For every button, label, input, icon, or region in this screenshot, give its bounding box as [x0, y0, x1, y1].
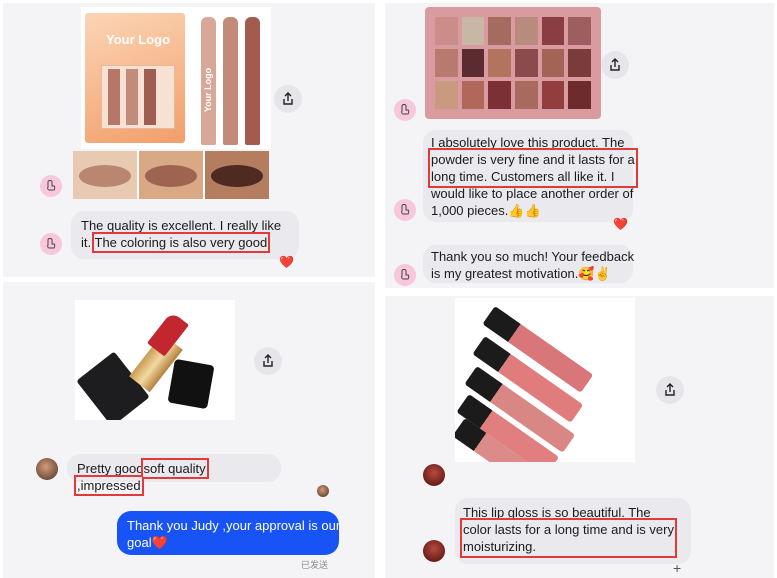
heart-icon: ❤️ — [613, 217, 628, 231]
user-avatar-icon[interactable] — [394, 99, 416, 121]
share-button[interactable] — [656, 376, 684, 404]
chat-panel-lipstick: Pretty goodsoft quality ,impressed Thank… — [3, 282, 375, 578]
user-avatar-icon[interactable] — [317, 485, 329, 497]
user-avatar-icon[interactable] — [40, 175, 62, 197]
share-button[interactable] — [274, 85, 302, 113]
user-avatar-icon[interactable] — [423, 464, 445, 486]
message-text: goal❤️ — [127, 535, 168, 550]
eyeshadow-palette-image[interactable] — [425, 7, 601, 119]
outgoing-message-bubble[interactable]: Thank you Judy ,your approval is our goa… — [117, 511, 341, 555]
user-avatar-icon[interactable] — [423, 540, 445, 562]
incoming-message-bubble[interactable]: The quality is excellent. I really like … — [71, 211, 299, 259]
lip-swatch-image[interactable] — [73, 151, 269, 199]
user-avatar-icon[interactable] — [394, 199, 416, 221]
share-button[interactable] — [601, 51, 629, 79]
highlighted-text: moisturizing. — [463, 539, 536, 554]
message-text: is my greatest motivation.🥰✌️ — [431, 266, 611, 281]
message-text: The quality is excellent. I really like — [81, 218, 282, 233]
user-avatar-icon[interactable] — [40, 233, 62, 255]
message-text: would like to place another order of — [431, 186, 634, 201]
incoming-message-bubble[interactable]: I absolutely love this product. The powd… — [423, 130, 638, 222]
user-avatar-icon[interactable] — [36, 458, 58, 480]
share-button[interactable] — [254, 347, 282, 375]
share-icon — [263, 354, 273, 367]
incoming-message-bubble[interactable]: Thank you so much! Your feedback is my g… — [423, 245, 635, 283]
share-icon — [283, 92, 293, 105]
lip-gloss-product-image[interactable] — [455, 298, 635, 462]
message-text: Thank you Judy ,your approval is our — [127, 518, 341, 533]
plus-icon[interactable]: + — [673, 560, 681, 576]
chat-panel-lip-pencil: Your Logo Your Logo The quality is excel… — [3, 3, 375, 277]
message-text: Pretty good — [77, 461, 144, 476]
share-icon — [610, 58, 620, 71]
user-avatar-icon[interactable] — [394, 264, 416, 286]
highlighted-text: color lasts for a long time and is very — [463, 522, 674, 537]
message-text: 1,000 pieces.👍👍 — [431, 203, 541, 218]
sent-status: 已发送 — [301, 560, 329, 570]
message-text: Thank you so much! Your feedback — [431, 249, 635, 264]
incoming-message-bubble[interactable]: Pretty goodsoft quality ,impressed — [67, 454, 281, 496]
message-text: This lip gloss is so beautiful. The — [463, 505, 651, 520]
incoming-message-bubble[interactable]: This lip gloss is so beautiful. The colo… — [455, 498, 691, 564]
lipstick-product-image[interactable] — [75, 300, 235, 420]
chat-panel-eyeshadow: I absolutely love this product. The powd… — [385, 3, 774, 288]
highlighted-text: long time. Customers all like it. I — [431, 169, 615, 184]
message-text: it. — [81, 235, 92, 250]
lip-pencil-product-image[interactable]: Your Logo Your Logo — [81, 7, 271, 149]
heart-icon: ❤️ — [279, 255, 294, 269]
pencil-logo-text: Your Logo — [203, 67, 214, 113]
message-text: I absolutely love this product. The — [431, 135, 625, 150]
highlighted-text: powder is very fine and it lasts for a — [431, 152, 635, 167]
box-logo-text: Your Logo — [106, 32, 171, 47]
share-icon — [665, 383, 675, 396]
chat-panel-lip-gloss: This lip gloss is so beautiful. The colo… — [385, 296, 774, 578]
highlighted-text: The coloring is also very good — [91, 232, 271, 253]
